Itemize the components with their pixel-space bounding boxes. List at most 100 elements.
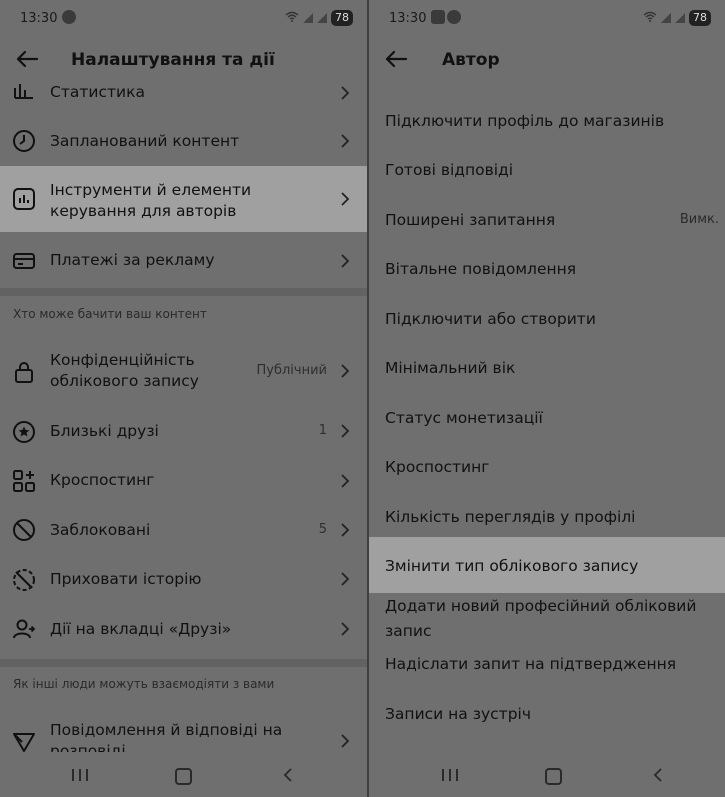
back-nav-icon[interactable]: [280, 767, 296, 783]
chevron-right-icon: [339, 85, 351, 101]
chevron-right-icon: [339, 621, 351, 637]
settings-item-statistics[interactable]: Статистика: [0, 84, 367, 104]
creator-item-request-verification[interactable]: Надіслати запит на підтвердження: [369, 643, 725, 688]
creator-item-label: Мінімальний вік: [385, 359, 516, 377]
chevron-right-icon: [339, 253, 351, 269]
creator-item-appointments[interactable]: Записи на зустріч: [369, 690, 725, 740]
creator-item-label: Записи на зустріч: [385, 705, 531, 723]
back-arrow-icon[interactable]: [14, 46, 40, 72]
creator-item-label: Статус монетизації: [385, 409, 543, 427]
settings-item-label: Дії на вкладці «Друзі»: [50, 620, 232, 638]
creator-item-crossposting[interactable]: Кроспостинг: [369, 443, 725, 491]
settings-item-value: Публічний: [256, 363, 327, 378]
settings-item-label: Інструменти й елементи керування для авт…: [50, 181, 252, 220]
creator-item-label: Готові відповіді: [385, 161, 514, 179]
creator-item-label: Додати новий професійний обліковий запис: [385, 597, 697, 640]
signal-icon: [317, 13, 327, 23]
status-time: 13:30: [20, 11, 58, 26]
creator-item-monetization-status[interactable]: Статус монетизації: [369, 394, 725, 442]
creator-item-label: Поширені запитання: [385, 211, 556, 229]
creator-item-profile-views[interactable]: Кількість переглядів у профілі: [369, 493, 725, 541]
wifi-icon: [285, 11, 299, 25]
creator-item-label: Кількість переглядів у профілі: [385, 508, 636, 526]
status-bar: 13:30 78: [0, 0, 367, 36]
send-icon: [12, 730, 36, 753]
settings-item-close-friends[interactable]: Близькі друзі 1: [0, 407, 367, 457]
creator-item-label: Вітальне повідомлення: [385, 260, 577, 278]
chart-box-icon: [12, 187, 36, 211]
settings-panel: 13:30 78 Налаштування та дії Статистика: [0, 0, 367, 797]
settings-item-label: Кроспостинг: [50, 471, 155, 489]
stats-icon: [12, 84, 36, 102]
creator-item-switch-account-type[interactable]: Змінити тип облікового запису: [369, 537, 725, 593]
creator-item-connect-or-create[interactable]: Підключити або створити: [369, 295, 725, 343]
chevron-right-icon: [339, 733, 351, 749]
settings-item-friends-tab[interactable]: Дії на вкладці «Друзі»: [0, 605, 367, 655]
settings-item-value: 5: [318, 522, 327, 537]
header: Автор: [369, 36, 725, 86]
notification-icon: [62, 10, 76, 24]
creator-panel: 13:30 78 Автор Підключити профіль до маг…: [369, 0, 725, 797]
settings-item-label: Статистика: [50, 84, 145, 101]
grid-plus-icon: [12, 469, 36, 493]
settings-item-label: Запланований контент: [50, 132, 240, 150]
settings-item-scheduled[interactable]: Запланований контент: [0, 117, 367, 166]
creator-item-welcome-message[interactable]: Вітальне повідомлення: [369, 245, 725, 293]
status-time: 13:30: [389, 11, 427, 26]
settings-item-hide-story[interactable]: Приховати історію: [0, 555, 367, 605]
card-icon: [12, 249, 36, 273]
home-icon[interactable]: [175, 768, 192, 785]
section-header: Як інші люди можуть взаємодіяти з вами: [13, 677, 275, 691]
chevron-right-icon: [339, 191, 351, 207]
page-title: Автор: [442, 50, 500, 70]
chevron-right-icon: [339, 423, 351, 439]
chevron-right-icon: [339, 133, 351, 149]
section-divider: [0, 288, 367, 296]
page-title: Налаштування та дії: [71, 50, 275, 70]
creator-item-value: Вимк.: [679, 212, 719, 227]
section-header: Хто може бачити ваш контент: [13, 307, 207, 321]
creator-item-faq[interactable]: Поширені запитання Вимк.: [369, 196, 725, 244]
settings-item-value: 1: [318, 423, 327, 438]
recent-apps-icon[interactable]: [72, 769, 88, 781]
creator-item-add-professional-account[interactable]: Додати новий професійний обліковий запис: [369, 593, 725, 643]
signal-icon: [661, 13, 671, 23]
system-nav-bar: [0, 752, 367, 797]
creator-item-label: Змінити тип облікового запису: [385, 557, 639, 575]
creator-item-label: Підключити профіль до магазинів: [385, 112, 665, 130]
signal-icon: [675, 13, 685, 23]
creator-item-saved-replies[interactable]: Готові відповіді: [369, 146, 725, 194]
clock-icon: [12, 129, 36, 153]
creator-item-shop[interactable]: Підключити профіль до магазинів: [369, 97, 725, 145]
battery-indicator: 78: [689, 10, 711, 26]
settings-item-label: Заблоковані: [50, 521, 151, 539]
settings-item-creator-tools[interactable]: Інструменти й елементи керування для авт…: [0, 166, 367, 232]
settings-item-ad-payments[interactable]: Платежі за рекламу: [0, 236, 367, 286]
friends-icon: [12, 617, 36, 641]
back-nav-icon[interactable]: [650, 767, 666, 783]
creator-item-label: Кроспостинг: [385, 458, 490, 476]
settings-item-messages[interactable]: Повідомлення й відповіді на розповіді: [0, 713, 367, 753]
settings-item-crossposting[interactable]: Кроспостинг: [0, 457, 367, 507]
settings-item-label: Близькі друзі: [50, 422, 159, 440]
settings-item-label: Приховати історію: [50, 570, 202, 588]
recent-apps-icon[interactable]: [442, 769, 458, 781]
hide-story-icon: [12, 568, 36, 592]
home-icon[interactable]: [545, 768, 562, 785]
chevron-right-icon: [339, 363, 351, 379]
settings-item-privacy[interactable]: Конфіденційність облікового запису Публі…: [0, 345, 367, 397]
settings-item-label: Конфіденційність облікового запису: [50, 351, 199, 390]
chevron-right-icon: [339, 571, 351, 587]
settings-item-blocked[interactable]: Заблоковані 5: [0, 506, 367, 556]
settings-item-label: Платежі за рекламу: [50, 251, 215, 269]
status-bar: 13:30 78: [369, 0, 725, 36]
notification-icon: [447, 10, 461, 24]
battery-indicator: 78: [331, 10, 353, 26]
chevron-right-icon: [339, 522, 351, 538]
block-icon: [12, 518, 36, 542]
creator-item-minimum-age[interactable]: Мінімальний вік: [369, 344, 725, 392]
lock-icon: [12, 360, 36, 384]
chevron-right-icon: [339, 473, 351, 489]
back-arrow-icon[interactable]: [383, 46, 409, 72]
star-circle-icon: [12, 420, 36, 444]
